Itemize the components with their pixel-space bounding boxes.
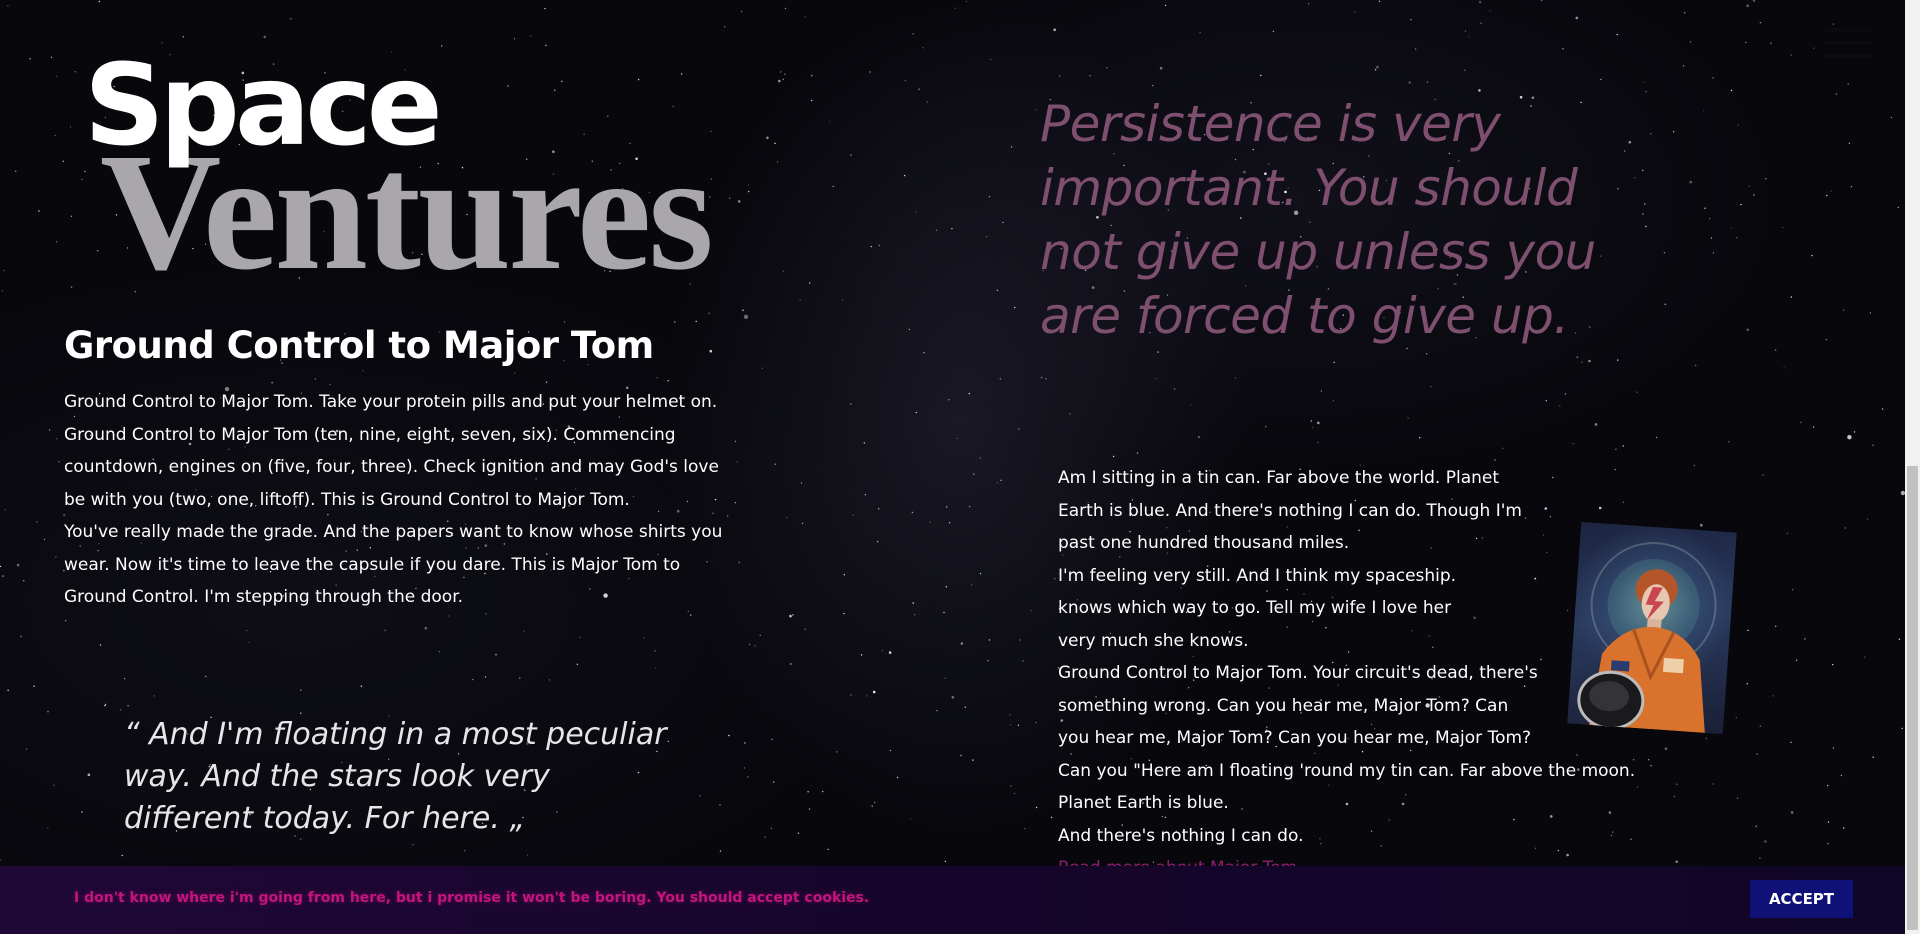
persistence-quote: Persistence is very important. You shoul… [1040, 95, 1596, 345]
lyrics-line: you hear me, Major Tom? Can you hear me,… [1058, 728, 1532, 748]
scrollbar-thumb[interactable] [1907, 466, 1918, 930]
logo-word-space: Space [84, 41, 443, 171]
body-paragraph: You've really made the grade. And the pa… [64, 522, 723, 607]
lyrics-line: Can you "Here am I floating 'round my ti… [1058, 760, 1636, 781]
lyrics-line: And there's nothing I can do. [1058, 825, 1304, 846]
accept-cookies-button[interactable]: ACCEPT [1750, 880, 1853, 918]
pull-quote: “ And I'm floating in a most peculiar wa… [124, 717, 667, 836]
lyrics-line: Am I sitting in a tin can. Far above the… [1058, 468, 1500, 488]
lyrics-line: Earth is blue. And there's nothing I can… [1058, 500, 1522, 521]
site-logo[interactable]: Space Ventures [84, 41, 714, 296]
body-text: Ground Control to Major Tom. Take your p… [64, 386, 734, 614]
hamburger-menu-icon[interactable] [1824, 28, 1872, 60]
scrollbar[interactable] [1905, 0, 1920, 934]
astronaut-image [1567, 521, 1737, 735]
page: Space Ventures Ground Control to Major T… [0, 0, 1920, 934]
section-heading: Ground Control to Major Tom [64, 324, 654, 367]
body-paragraph: Ground Control to Major Tom. Take your p… [64, 392, 719, 510]
cookie-banner: I don't know where i'm going from here, … [0, 866, 1905, 934]
lyrics-line: Planet Earth is blue. [1058, 793, 1229, 813]
cookie-message: I don't know where i'm going from here, … [74, 890, 870, 906]
